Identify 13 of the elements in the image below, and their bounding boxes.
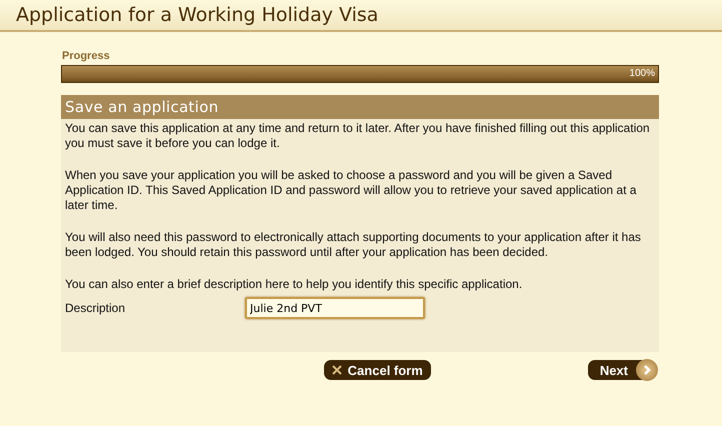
window-title: Application for a Working Holiday Visa <box>15 3 380 26</box>
paragraph: You can save this application at any time and return to it later. After you have finished filling out this application you must save it before you can lodge it. <box>65 121 651 151</box>
next-button[interactable]: Next <box>588 360 656 380</box>
paragraph: You will also need this password to electronically attach supporting documents to your application after it has been lodged. You should retain this password until after your application has been decided. <box>65 230 642 260</box>
close-icon <box>332 365 342 375</box>
paragraph: You can also enter a brief description here to help you identify this specific application. <box>65 277 524 292</box>
description-label: Description <box>65 301 126 315</box>
cancel-button[interactable]: Cancel form <box>324 360 431 380</box>
progress-percent: 100% <box>629 68 655 79</box>
progress-label: Progress <box>62 50 110 62</box>
paragraph: When you save your application you will be asked to choose a password and you will be given a Saved Application ID. This Saved Application ID and password will allow you to retrieve your saved application at a later time. <box>65 168 638 213</box>
chevron-right-icon <box>642 364 652 376</box>
section-title: Save an application <box>61 95 659 119</box>
